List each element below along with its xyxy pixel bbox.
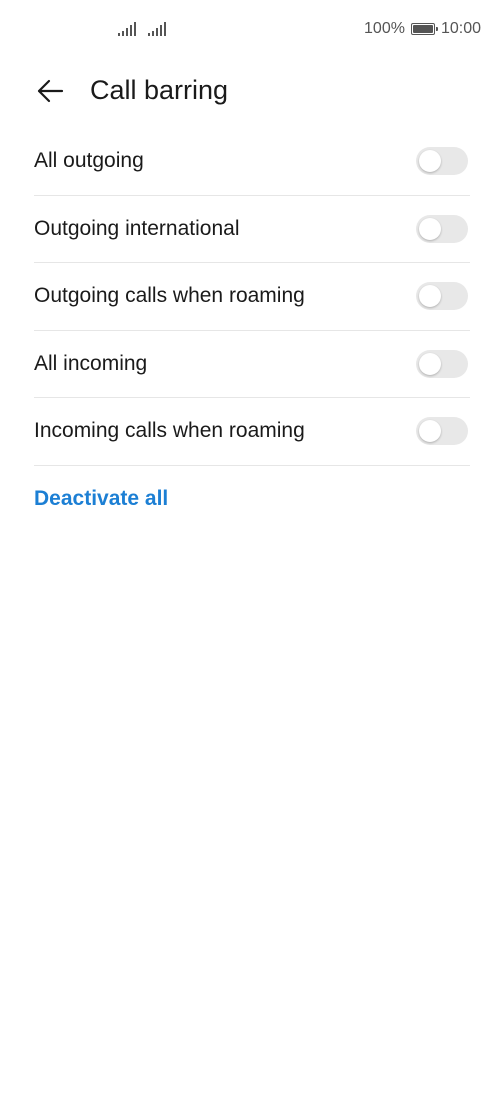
item-label: All outgoing [34,149,144,173]
item-label: Outgoing international [34,216,240,240]
toggle-knob [419,352,441,375]
list-item-incoming-roaming[interactable]: Incoming calls when roaming [34,398,470,466]
all-incoming-toggle[interactable] [416,349,468,378]
item-label: Incoming calls when roaming [34,419,305,443]
list-item-outgoing-international[interactable]: Outgoing international [34,196,470,263]
status-right: 100% 10:00 [364,20,481,38]
clock: 10:00 [440,20,481,37]
battery-fill [412,25,433,33]
battery-percent: 100% [364,20,405,37]
app-bar: Call barring [0,62,504,120]
toggle-knob [419,285,441,308]
toggle-knob [419,217,441,240]
arrow-left-icon [37,79,64,103]
back-button[interactable] [30,74,70,108]
signal-indicators [118,22,166,36]
status-bar: 100% 10:00 [0,0,504,62]
signal-icon [148,22,166,36]
toggle-knob [419,420,441,443]
list-item-outgoing-roaming[interactable]: Outgoing calls when roaming [34,263,470,331]
outgoing-roaming-toggle[interactable] [416,282,468,311]
toggle-knob [419,150,441,173]
deactivate-all-button[interactable]: Deactivate all [34,487,168,511]
page-title: Call barring [90,75,229,105]
list-item-all-incoming[interactable]: All incoming [34,331,470,398]
battery-icon [410,23,438,35]
item-label: Outgoing calls when roaming [34,284,305,308]
list-item-all-outgoing[interactable]: All outgoing [34,128,470,196]
outgoing-international-toggle[interactable] [416,214,468,243]
item-label: All incoming [34,351,148,375]
call-barring-list: All outgoing Outgoing international Outg… [34,128,470,466]
incoming-roaming-toggle[interactable] [416,417,468,446]
signal-icon [118,22,136,36]
all-outgoing-toggle[interactable] [416,147,468,176]
